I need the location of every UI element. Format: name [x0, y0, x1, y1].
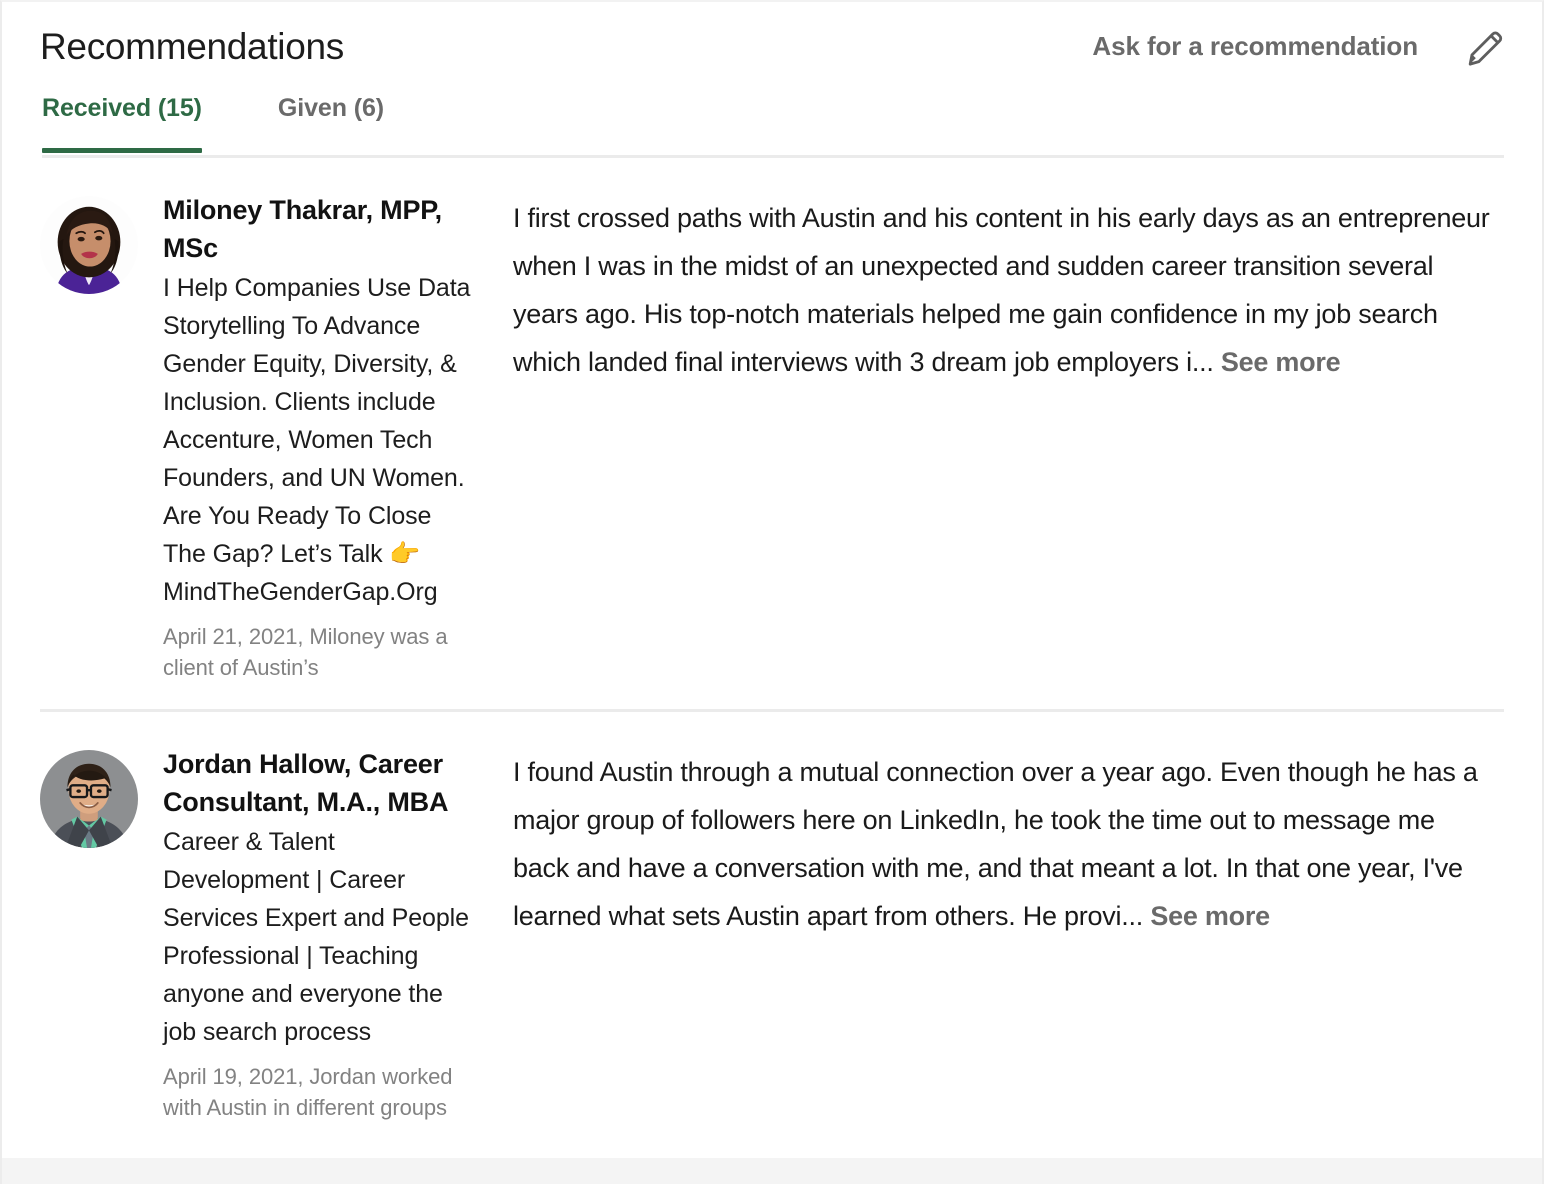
recommendation-date: April 21, 2021, Miloney was a client of …	[163, 623, 448, 680]
recommendation-text-content: I first crossed paths with Austin and hi…	[513, 203, 1490, 378]
profile-photo-miloney-thakrar	[40, 196, 138, 294]
recommender-name[interactable]: Jordan Hallow, Career Consultant, M.A., …	[163, 746, 480, 822]
see-more-link[interactable]: See more	[1150, 901, 1270, 931]
recommendations-header: Recommendations Ask for a recommendation	[2, 2, 1542, 90]
recommendation-body: I first crossed paths with Austin and hi…	[500, 192, 1504, 386]
recommendation-list: Miloney Thakrar, MPP, MSc I Help Compani…	[2, 158, 1542, 1149]
recommendation-item: Jordan Hallow, Career Consultant, M.A., …	[40, 709, 1504, 1149]
page-title: Recommendations	[40, 25, 344, 67]
recommendation-text: I first crossed paths with Austin and hi…	[513, 194, 1494, 386]
recommendation-item: Miloney Thakrar, MPP, MSc I Help Compani…	[40, 158, 1504, 709]
tab-received[interactable]: Received (15)	[42, 90, 202, 153]
recommender-headline: Career & Talent Development | Career Ser…	[163, 827, 469, 1046]
recommendations-card: Recommendations Ask for a recommendation…	[0, 0, 1544, 1184]
card-bottom-edge	[2, 1158, 1542, 1184]
recommender-headline: I Help Companies Use Data Storytelling T…	[163, 273, 471, 606]
recommender-meta: Miloney Thakrar, MPP, MSc I Help Compani…	[138, 192, 500, 683]
profile-photo-jordan-hallow	[40, 750, 138, 849]
recommender-name[interactable]: Miloney Thakrar, MPP, MSc	[163, 192, 480, 268]
recommendations-tabs: Received (15) Given (6)	[2, 90, 1542, 158]
header-actions: Ask for a recommendation	[1092, 24, 1508, 68]
edit-button[interactable]	[1464, 24, 1508, 68]
recommender-meta: Jordan Hallow, Career Consultant, M.A., …	[138, 746, 500, 1123]
recommendation-text-content: I found Austin through a mutual connecti…	[513, 757, 1478, 932]
see-more-link[interactable]: See more	[1221, 347, 1341, 377]
recommendation-date: April 19, 2021, Jordan worked with Austi…	[163, 1063, 453, 1120]
tab-given[interactable]: Given (6)	[278, 90, 384, 153]
avatar[interactable]	[40, 750, 138, 849]
ask-for-recommendation-link[interactable]: Ask for a recommendation	[1092, 31, 1418, 62]
avatar[interactable]	[40, 196, 138, 294]
pencil-icon	[1466, 26, 1506, 66]
recommendation-body: I found Austin through a mutual connecti…	[500, 746, 1504, 940]
recommendation-text: I found Austin through a mutual connecti…	[513, 748, 1494, 940]
